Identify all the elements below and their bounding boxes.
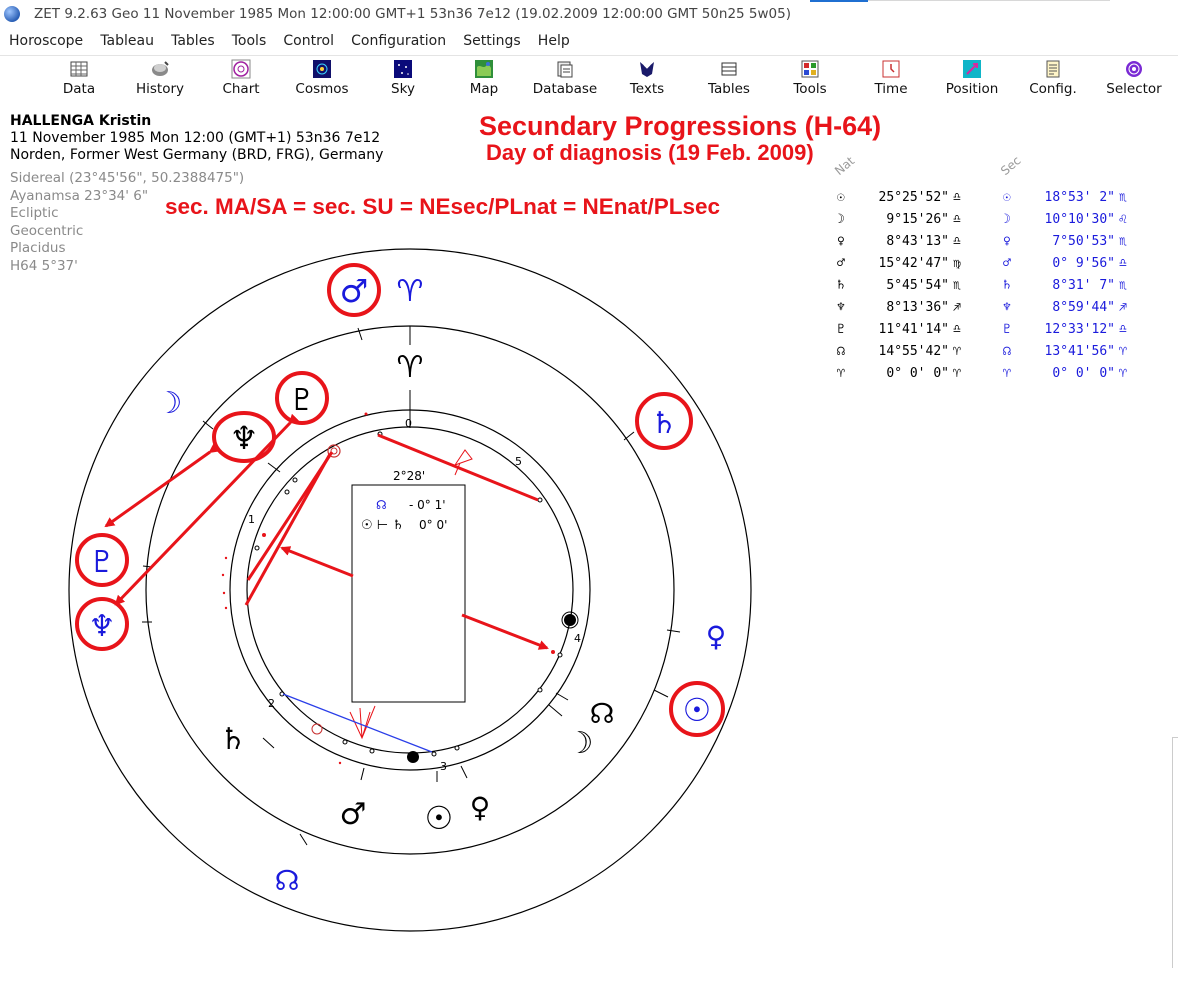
sec-neptune-glyph: ♆ xyxy=(89,609,116,644)
natal-saturn-dot xyxy=(564,614,576,626)
planet-point xyxy=(342,739,348,745)
sec-mars-glyph: ♂ xyxy=(340,272,369,310)
house-number-1: 1 xyxy=(248,513,255,526)
tick-mark xyxy=(666,629,681,633)
planet-point-red xyxy=(224,556,228,560)
red-arrow-double xyxy=(104,443,220,528)
house-number-3: 3 xyxy=(440,760,447,773)
blue-aspect-line xyxy=(282,693,433,753)
sec-mars-marker xyxy=(311,723,323,735)
natal-moon-glyph: ☽ xyxy=(567,726,594,761)
tick-mark xyxy=(299,833,308,846)
house-number-4: 4 xyxy=(574,632,581,645)
tick-mark xyxy=(623,431,635,441)
natal-mars-glyph: ♂ xyxy=(340,797,367,832)
planet-point xyxy=(254,545,260,551)
planet-point xyxy=(369,748,375,754)
planet-point-red xyxy=(551,650,555,654)
sec-moon-glyph: ☽ xyxy=(156,386,183,421)
sec-sun-glyph: ☉ xyxy=(683,691,712,729)
node-glyph: ☊ xyxy=(376,498,387,512)
sec-aries-glyph: ♈ xyxy=(397,274,424,309)
planet-point xyxy=(537,497,543,503)
red-arrow-double xyxy=(114,413,300,606)
planet-point-red xyxy=(364,412,368,416)
natal-aries-glyph: ♈ xyxy=(397,350,424,385)
red-arrow xyxy=(461,613,549,650)
sun-saturn-aspect: ☉ ⊢ ♄ xyxy=(361,518,404,533)
tick-mark xyxy=(360,767,365,781)
tick-mark xyxy=(555,692,569,701)
sun-saturn-orb: 0° 0' xyxy=(419,518,447,532)
planet-point xyxy=(292,477,298,483)
planet-point-red xyxy=(224,606,228,610)
natal-sun-glyph: ☉ xyxy=(425,799,454,837)
node-orb: - 0° 1' xyxy=(409,498,446,512)
side-panel-edge xyxy=(1172,737,1178,968)
house-number-0: 0 xyxy=(405,417,412,430)
sec-saturn-glyph: ♄ xyxy=(651,406,678,441)
tick-mark xyxy=(460,765,468,779)
natal-saturn-glyph: ♄ xyxy=(220,722,247,757)
tick-mark xyxy=(357,327,363,341)
natal-neptune-glyph: ♆ xyxy=(230,419,259,457)
planet-point xyxy=(284,489,290,495)
tick-mark xyxy=(548,704,563,717)
aspect-kite xyxy=(453,449,473,466)
tick-mark xyxy=(262,737,275,749)
horoscope-wheel[interactable]: 0 1 2 3 4 5 2°28' ☊ - 0° 1' ☉ ⊢ ♄ 0° 0' … xyxy=(0,0,1178,1002)
planet-point xyxy=(431,751,437,757)
planet-point xyxy=(454,745,460,751)
arc-label: 2°28' xyxy=(393,469,425,483)
house-number-2: 2 xyxy=(268,697,275,710)
house-number-5: 5 xyxy=(515,455,522,468)
planet-point-red xyxy=(222,591,226,595)
natal-mars-dot xyxy=(407,751,419,763)
planet-point xyxy=(537,687,543,693)
planet-point-red xyxy=(338,761,342,765)
planet-point-red xyxy=(262,533,266,537)
natal-pluto-glyph: ♇ xyxy=(289,383,316,418)
sec-pluto-glyph: ♇ xyxy=(89,545,116,580)
red-arrow xyxy=(280,546,354,578)
natal-venus-glyph: ♀ xyxy=(470,791,491,824)
natal-node-glyph: ☊ xyxy=(590,697,615,730)
planet-point-red xyxy=(221,573,225,577)
planet-point xyxy=(557,652,563,658)
tick-mark xyxy=(653,689,669,698)
sec-venus-glyph: ♀ xyxy=(706,620,727,653)
sec-node-glyph: ☊ xyxy=(275,864,300,897)
